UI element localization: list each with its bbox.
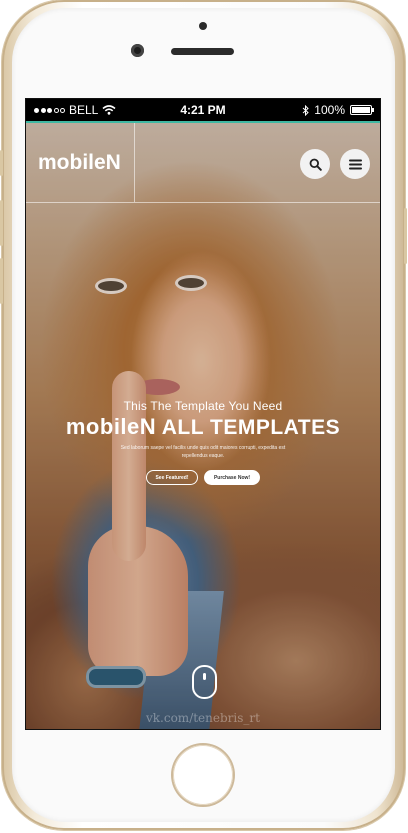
- proximity-sensor: [199, 22, 207, 30]
- site-logo[interactable]: mobileN: [38, 151, 121, 175]
- front-camera: [131, 44, 144, 57]
- hero-section: This The Template You Need mobileN ALL T…: [26, 399, 380, 485]
- status-bar: BELL 4:21 PM 100%: [26, 99, 380, 123]
- hero-subtitle: This The Template You Need: [123, 399, 283, 413]
- phone-screen: BELL 4:21 PM 100% mobileN This The Templ…: [25, 98, 381, 730]
- search-button[interactable]: [300, 149, 330, 179]
- menu-icon: [348, 159, 362, 169]
- home-button[interactable]: [173, 745, 233, 805]
- watermark: vk.com/tenebris_rt: [146, 711, 260, 725]
- hero-buttons: See Featured! Purchase Now!: [26, 470, 380, 485]
- volume-up-button: [0, 200, 3, 246]
- silent-switch: [0, 150, 3, 176]
- power-button: [404, 208, 407, 264]
- volume-down-button: [0, 258, 3, 304]
- menu-button[interactable]: [340, 149, 370, 179]
- hero-title: mobileN ALL TEMPLATES: [26, 414, 380, 440]
- battery-icon: [350, 105, 374, 115]
- hero-title-rest: ALL TEMPLATES: [156, 416, 341, 439]
- purchase-now-button[interactable]: Purchase Now!: [204, 470, 260, 485]
- search-icon: [309, 158, 322, 171]
- header-divider: [134, 123, 135, 202]
- hero-title-brand: mobileN: [65, 414, 157, 439]
- see-featured-button[interactable]: See Featured!: [146, 470, 198, 485]
- scroll-down-mouse-icon[interactable]: [192, 665, 217, 699]
- bluetooth-icon: [302, 104, 310, 116]
- site-header: mobileN: [26, 123, 380, 203]
- battery-group: 100%: [302, 103, 374, 117]
- battery-percent: 100%: [314, 103, 345, 117]
- hero-description: Sed laborum saepe vel facilis unde quis …: [120, 445, 286, 459]
- earpiece-speaker: [171, 48, 234, 55]
